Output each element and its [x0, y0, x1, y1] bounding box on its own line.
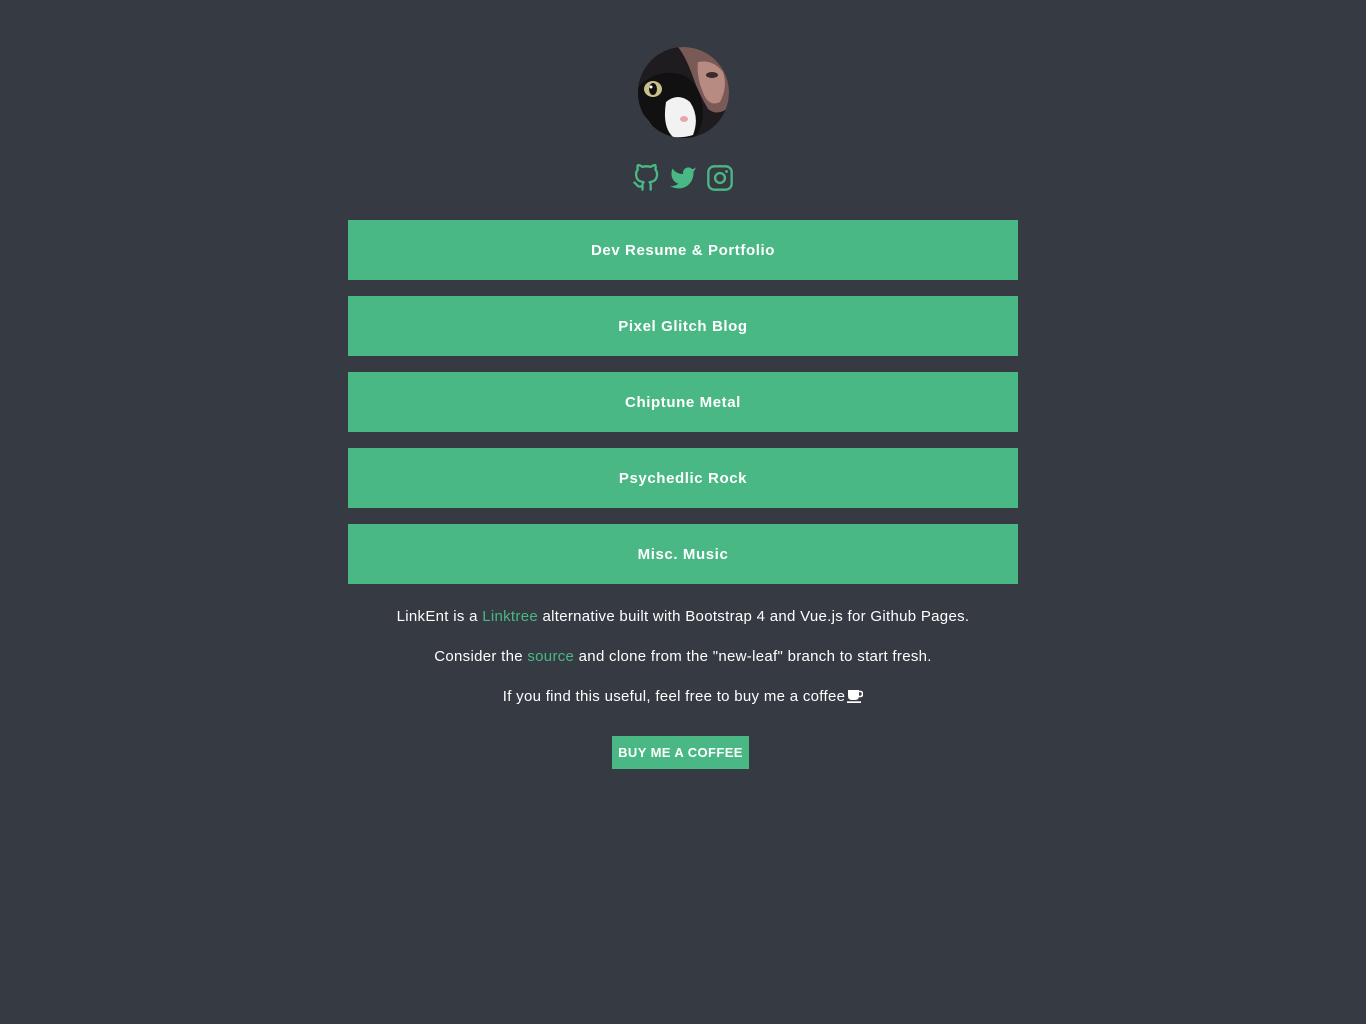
footer-line-3: If you find this useful, feel free to bu…: [283, 688, 1083, 708]
link-list: Dev Resume & Portfolio Pixel Glitch Blog…: [348, 220, 1018, 600]
buy-me-a-coffee-button[interactable]: BUY ME A COFFEE: [612, 736, 749, 769]
footer-line-2-after: and clone from the "new-leaf" branch to …: [574, 648, 932, 665]
link-button-chiptune-metal[interactable]: Chiptune Metal: [348, 372, 1018, 432]
footer-line-1-before: LinkEnt is a: [396, 608, 483, 625]
footer-line-2: Consider the source and clone from the "…: [283, 648, 1083, 666]
avatar-image: [638, 47, 729, 138]
instagram-icon: [707, 165, 734, 191]
footer-line-1: LinkEnt is a Linktree alternative built …: [283, 608, 1083, 626]
link-button-psychedelic-rock[interactable]: Psychedlic Rock: [348, 448, 1018, 508]
linktree-link[interactable]: Linktree: [482, 608, 538, 625]
link-button-dev-resume[interactable]: Dev Resume & Portfolio: [348, 220, 1018, 280]
instagram-link[interactable]: [706, 163, 735, 193]
github-icon: [632, 164, 658, 191]
source-link[interactable]: source: [527, 648, 574, 665]
footer-line-3-text: If you find this useful, feel free to bu…: [502, 688, 846, 705]
footer-line-2-before: Consider the: [434, 648, 528, 665]
link-button-pixel-glitch-blog[interactable]: Pixel Glitch Blog: [348, 296, 1018, 356]
link-button-misc-music[interactable]: Misc. Music: [348, 524, 1018, 584]
page: Dev Resume & Portfolio Pixel Glitch Blog…: [0, 0, 1366, 1024]
github-link[interactable]: [631, 163, 660, 193]
coffee-icon: [847, 689, 864, 708]
footer-info: LinkEnt is a Linktree alternative built …: [283, 608, 1083, 730]
twitter-link[interactable]: [668, 163, 697, 193]
social-links: [631, 162, 735, 194]
avatar: [638, 47, 729, 138]
footer-line-1-after: alternative built with Bootstrap 4 and V…: [537, 608, 970, 625]
twitter-icon: [670, 167, 696, 189]
